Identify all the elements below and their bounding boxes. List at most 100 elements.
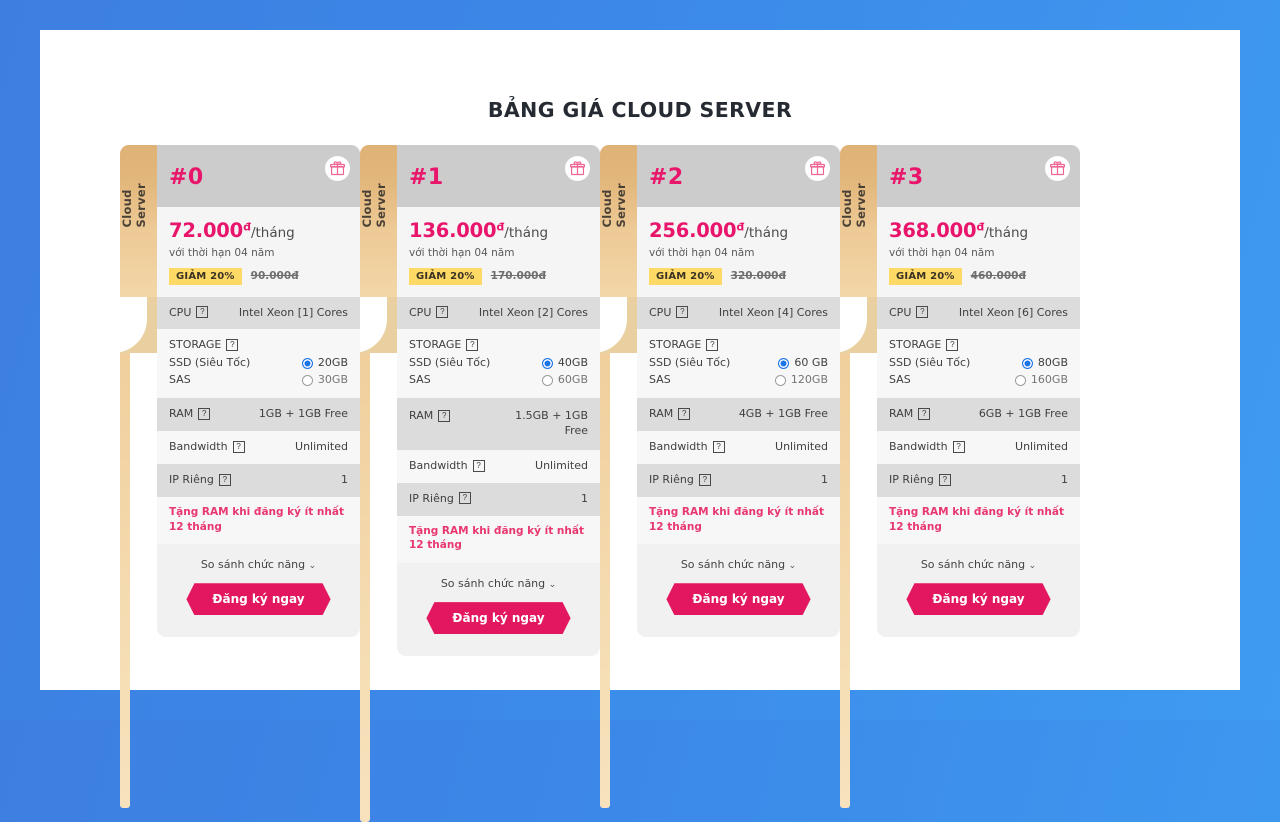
price-term-note: với thời hạn 04 năm bbox=[889, 246, 995, 259]
ssd-radio[interactable] bbox=[541, 358, 553, 370]
ram-label: RAM ? bbox=[409, 409, 451, 422]
register-button[interactable]: Đăng ký ngay bbox=[186, 583, 330, 615]
sas-radio[interactable] bbox=[774, 374, 786, 386]
cpu-help-icon[interactable]: ? bbox=[916, 306, 929, 318]
price-period: /tháng bbox=[744, 225, 789, 241]
gift-icon[interactable] bbox=[325, 156, 350, 181]
spec-row-ip: IP Riêng ? 1 bbox=[637, 464, 840, 497]
ssd-value-group: 80GB bbox=[1021, 355, 1068, 372]
ram-help-icon[interactable]: ? bbox=[198, 407, 211, 420]
sas-value-group: 30GB bbox=[301, 372, 348, 389]
compare-features-link[interactable]: So sánh chức năng ⌄ bbox=[649, 558, 828, 571]
discount-row: GIẢM 20% 460.000đ bbox=[889, 267, 1068, 285]
ssd-radio[interactable] bbox=[1021, 358, 1033, 370]
storage-help-icon[interactable]: ? bbox=[226, 338, 239, 351]
gift-icon[interactable] bbox=[805, 156, 830, 181]
sas-radio[interactable] bbox=[1014, 374, 1026, 386]
ssd-value-group: 60 GB bbox=[778, 355, 828, 372]
promo-note: Tặng RAM khi đăng ký ít nhất 12 tháng bbox=[877, 496, 1080, 545]
spec-row-cpu: CPU ? Intel Xeon [1] Cores bbox=[157, 296, 360, 330]
promo-note: Tặng RAM khi đăng ký ít nhất 12 tháng bbox=[397, 515, 600, 564]
ip-help-icon[interactable]: ? bbox=[218, 473, 231, 486]
gift-icon[interactable] bbox=[1045, 156, 1070, 181]
ip-help-icon[interactable]: ? bbox=[458, 492, 471, 505]
register-button[interactable]: Đăng ký ngay bbox=[426, 602, 570, 634]
ssd-label: SSD (Siêu Tốc) bbox=[169, 356, 251, 370]
storage-option-ssd[interactable]: SSD (Siêu Tốc) 40GB bbox=[409, 355, 588, 372]
bandwidth-help-icon[interactable]: ? bbox=[952, 440, 965, 453]
card-body: #2 256.000đ/tháng với thời hạn 04 năm GIẢM … bbox=[637, 145, 840, 638]
ip-help-icon[interactable]: ? bbox=[938, 473, 951, 486]
ssd-radio[interactable] bbox=[301, 358, 313, 370]
sas-label: SAS bbox=[169, 372, 191, 386]
compare-features-label: So sánh chức năng bbox=[200, 558, 306, 572]
storage-option-sas[interactable]: SAS 60GB bbox=[409, 372, 588, 389]
promo-note: Tặng RAM khi đăng ký ít nhất 12 tháng bbox=[157, 496, 360, 545]
cpu-help-icon[interactable]: ? bbox=[676, 306, 689, 318]
sas-radio[interactable] bbox=[541, 374, 553, 386]
price-period: /tháng bbox=[250, 225, 295, 241]
compare-features-link[interactable]: So sánh chức năng ⌄ bbox=[409, 577, 588, 590]
price-amount: 136.000 bbox=[409, 219, 497, 242]
price-term-note: với thời hạn 04 năm bbox=[169, 246, 275, 259]
sas-value-group: 160GB bbox=[1014, 372, 1068, 389]
price-line: 136.000đ/tháng bbox=[409, 221, 588, 241]
card-footer: So sánh chức năng ⌄ Đăng ký ngay bbox=[637, 544, 840, 638]
sas-value: 60GB bbox=[557, 372, 588, 386]
compare-features-link[interactable]: So sánh chức năng ⌄ bbox=[169, 558, 348, 571]
ram-help-icon[interactable]: ? bbox=[438, 409, 451, 422]
storage-help-icon[interactable]: ? bbox=[466, 338, 479, 351]
ram-help-icon[interactable]: ? bbox=[678, 407, 691, 420]
sas-value-group: 120GB bbox=[774, 372, 828, 389]
discount-badge: GIẢM 20% bbox=[169, 267, 242, 285]
sas-value: 30GB bbox=[317, 372, 348, 386]
ram-label: RAM ? bbox=[649, 407, 691, 420]
price-line: 368.000đ/tháng bbox=[889, 221, 1068, 241]
cpu-help-icon[interactable]: ? bbox=[436, 306, 449, 318]
card-side-tab-stem bbox=[120, 353, 130, 808]
card-side-tab-taper bbox=[840, 297, 877, 353]
spec-row-storage: STORAGE ? SSD (Siêu Tốc) 40GB SAS 60GB bbox=[397, 329, 600, 399]
storage-option-sas[interactable]: SAS 30GB bbox=[169, 372, 348, 389]
compare-features-link[interactable]: So sánh chức năng ⌄ bbox=[889, 558, 1068, 571]
storage-option-ssd[interactable]: SSD (Siêu Tốc) 60 GB bbox=[649, 355, 828, 372]
cpu-value: Intel Xeon [6] Cores bbox=[958, 305, 1068, 319]
sas-radio[interactable] bbox=[301, 374, 313, 386]
bandwidth-value: Unlimited bbox=[775, 440, 828, 454]
cpu-label: CPU ? bbox=[169, 306, 209, 319]
price-period: /tháng bbox=[984, 225, 1029, 241]
price-block: 72.000đ/tháng với thời hạn 04 năm GIẢM 20%… bbox=[157, 207, 360, 297]
card-side-tab-taper bbox=[360, 297, 397, 353]
storage-option-sas[interactable]: SAS 160GB bbox=[889, 372, 1068, 389]
storage-help-icon[interactable]: ? bbox=[706, 338, 719, 351]
ram-help-icon[interactable]: ? bbox=[918, 407, 931, 420]
ip-help-icon[interactable]: ? bbox=[698, 473, 711, 486]
gift-icon[interactable] bbox=[565, 156, 590, 181]
bandwidth-help-icon[interactable]: ? bbox=[232, 440, 245, 453]
cpu-value: Intel Xeon [2] Cores bbox=[478, 305, 588, 319]
discount-row: GIẢM 20% 170.000đ bbox=[409, 267, 588, 285]
compare-features-label: So sánh chức năng bbox=[440, 577, 546, 591]
ssd-value: 60 GB bbox=[794, 356, 828, 370]
spec-row-ram: RAM ? 4GB + 1GB Free bbox=[637, 398, 840, 432]
ram-value: 1.5GB + 1GB Free bbox=[515, 409, 588, 438]
storage-option-sas[interactable]: SAS 120GB bbox=[649, 372, 828, 389]
storage-option-ssd[interactable]: SSD (Siêu Tốc) 80GB bbox=[889, 355, 1068, 372]
spec-row-bandwidth: Bandwidth ? Unlimited bbox=[637, 431, 840, 465]
spec-row-ip: IP Riêng ? 1 bbox=[157, 464, 360, 497]
spec-row-ip: IP Riêng ? 1 bbox=[397, 482, 600, 516]
card-header: #2 bbox=[637, 145, 840, 207]
bandwidth-help-icon[interactable]: ? bbox=[472, 459, 485, 472]
price-term-note: với thời hạn 04 năm bbox=[409, 246, 515, 259]
storage-help-icon[interactable]: ? bbox=[946, 338, 959, 351]
register-button[interactable]: Đăng ký ngay bbox=[906, 583, 1050, 615]
cpu-help-icon[interactable]: ? bbox=[196, 306, 209, 318]
bandwidth-help-icon[interactable]: ? bbox=[712, 440, 725, 453]
register-button[interactable]: Đăng ký ngay bbox=[666, 583, 810, 615]
storage-option-ssd[interactable]: SSD (Siêu Tốc) 20GB bbox=[169, 355, 348, 372]
card-body: #1 136.000đ/tháng với thời hạn 04 năm GIẢM … bbox=[397, 145, 600, 657]
price-period: /tháng bbox=[504, 225, 549, 241]
spec-row-bandwidth: Bandwidth ? Unlimited bbox=[397, 450, 600, 483]
ssd-radio[interactable] bbox=[778, 358, 790, 370]
cpu-value: Intel Xeon [1] Cores bbox=[238, 305, 348, 319]
